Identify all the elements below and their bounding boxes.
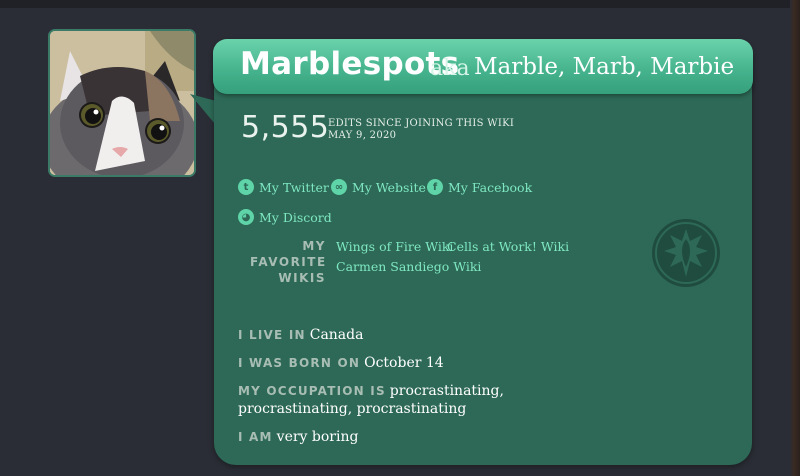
- edits-count: 5,555: [241, 110, 330, 145]
- website-link[interactable]: ∞ My Website: [331, 179, 426, 195]
- favorite-wiki-link[interactable]: Carmen Sandiego Wiki: [336, 259, 481, 274]
- facebook-link[interactable]: f My Facebook: [427, 179, 532, 195]
- dragon-emblem-icon: [652, 219, 720, 287]
- info-key: I LIVE IN: [238, 328, 306, 342]
- link-icon: ∞: [331, 179, 347, 195]
- discord-icon: ◕: [238, 209, 254, 225]
- facebook-link-label: My Facebook: [448, 179, 533, 195]
- cat-photo: [50, 31, 194, 175]
- favorite-wikis-label: MY FAVORITE WIKIS: [250, 238, 326, 286]
- info-value: very boring: [276, 429, 359, 445]
- info-key: I WAS BORN ON: [238, 356, 361, 370]
- favorite-wikis-label-line: MY: [302, 239, 326, 253]
- favorite-wiki-link[interactable]: Cells at Work! Wiki: [447, 239, 569, 254]
- favorite-wiki-link[interactable]: Wings of Fire Wiki: [336, 239, 453, 254]
- info-row-about: I AM very boring: [238, 428, 358, 446]
- info-key: I AM: [238, 430, 273, 444]
- discord-link-label: My Discord: [259, 209, 332, 225]
- info-value: procrastinating, procrastinating: [238, 401, 467, 417]
- page-edge: [790, 0, 800, 476]
- discord-link[interactable]: ◕ My Discord: [238, 209, 332, 225]
- twitter-link[interactable]: t My Twitter: [238, 179, 329, 195]
- info-row-location: I LIVE IN Canada: [238, 326, 363, 344]
- info-row-birthday: I WAS BORN ON October 14: [238, 354, 444, 372]
- edits-label: EDITS SINCE JOINING THIS WIKI: [328, 118, 515, 129]
- info-value: October 14: [364, 355, 444, 371]
- nicknames: Marble, Marb, Marbie: [474, 54, 735, 80]
- info-row-occupation: MY OCCUPATION IS procrastinating, procras…: [238, 382, 504, 418]
- twitter-icon: t: [238, 179, 254, 195]
- info-value: Canada: [309, 327, 364, 343]
- favorite-wikis-label-line: WIKIS: [278, 271, 326, 285]
- twitter-link-label: My Twitter: [259, 179, 329, 195]
- facebook-icon: f: [427, 179, 443, 195]
- top-bar: [0, 0, 800, 8]
- username: Marblespots: [240, 46, 460, 82]
- website-link-label: My Website: [352, 179, 426, 195]
- favorite-wikis-label-line: FAVORITE: [250, 255, 327, 269]
- avatar[interactable]: [48, 29, 196, 177]
- aka-label: aka: [430, 56, 470, 81]
- join-date: MAY 9, 2020: [328, 130, 397, 141]
- info-value: procrastinating,: [389, 383, 504, 399]
- info-key: MY OCCUPATION IS: [238, 384, 386, 398]
